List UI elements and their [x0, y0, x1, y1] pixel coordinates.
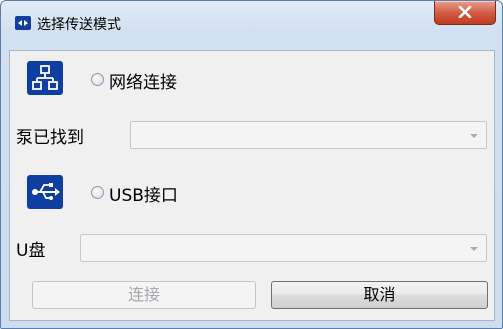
- window-title: 选择传送模式: [37, 17, 121, 33]
- close-button[interactable]: [434, 1, 496, 25]
- usb-radio[interactable]: [91, 186, 104, 199]
- cancel-button[interactable]: 取消: [271, 281, 488, 309]
- pump-found-combobox[interactable]: [130, 121, 487, 149]
- title-bar[interactable]: 选择传送模式: [1, 1, 502, 39]
- network-radio[interactable]: [91, 73, 104, 86]
- app-icon: [15, 16, 31, 30]
- chevron-down-icon: [470, 247, 478, 251]
- close-icon: [458, 6, 472, 18]
- usb-icon: [27, 175, 63, 209]
- usb-radio-label[interactable]: USB接口: [109, 181, 178, 206]
- chevron-down-icon: [470, 134, 478, 138]
- dialog-body: 网络连接 泵已找到 USB接口 U盘 连接 取消: [9, 50, 495, 321]
- udisk-combobox[interactable]: [80, 234, 487, 262]
- pump-found-label: 泵已找到: [16, 128, 84, 148]
- network-radio-label[interactable]: 网络连接: [109, 68, 177, 93]
- dialog-window: 选择传送模式 网络连接 泵已找到 USB接口 U盘 连接 取消: [0, 0, 503, 329]
- connect-button[interactable]: 连接: [32, 281, 256, 309]
- udisk-label: U盘: [16, 241, 46, 261]
- network-icon: [27, 61, 63, 95]
